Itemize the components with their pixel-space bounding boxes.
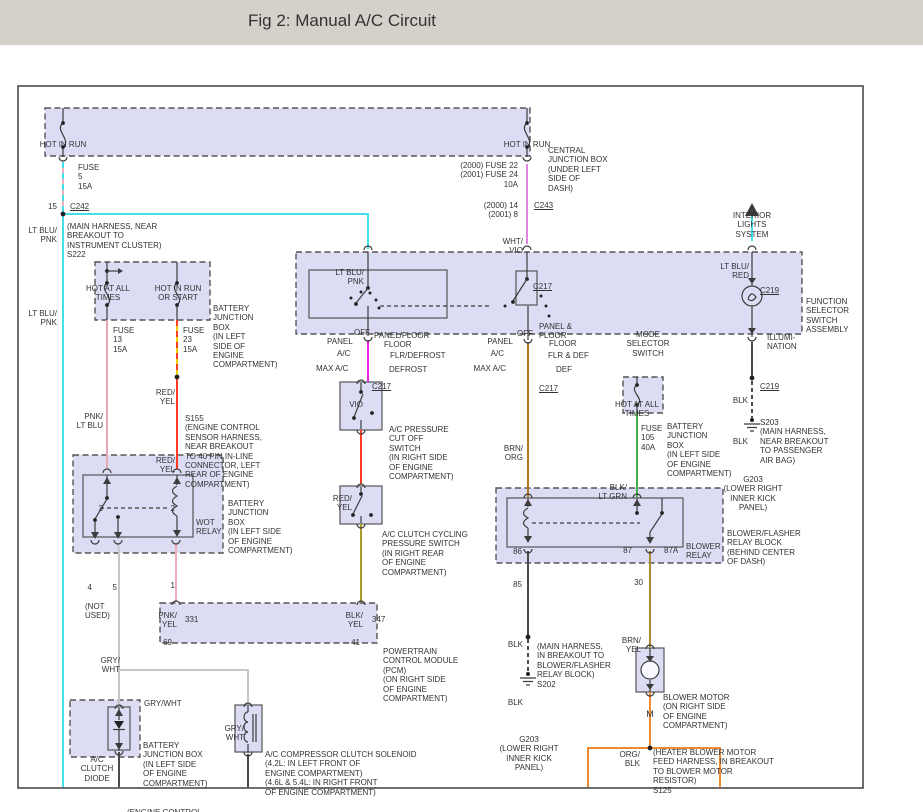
junction-boxes [45,108,802,757]
arrow-interior-lights [745,203,759,216]
blower-flasher-relay-block-box [496,488,723,563]
splice-s203 [750,376,755,381]
wire-gry-wht-branch [119,670,248,704]
wot-relay-outer-box [73,455,223,553]
wire-gry-wht-main [118,543,119,706]
central-junction-box [45,108,530,156]
screenshot-root: Fig 2: Manual A/C Circuit [0,0,923,812]
ground-g203-left-symbol [520,672,536,685]
figure-title: Fig 2: Manual A/C Circuit [248,11,436,31]
wire-lt-blu-pnk-horizontal [63,214,368,249]
wire-org-blk-tee [588,748,720,787]
function-selector-switch-assembly-box [296,252,802,334]
wiring-diagram: HOT IN RUNFUSE 5 15A15C242LT BLU/ PNK(MA… [0,45,923,812]
splice-s155 [175,375,180,380]
splice-s222 [61,212,66,217]
title-bar: Fig 2: Manual A/C Circuit [0,0,923,45]
fuse-105-box [623,377,663,413]
diagram-frame [18,86,863,788]
pcm-box [160,603,377,643]
splice-s125 [648,746,653,751]
diagram-graphics [0,45,923,812]
ground-g203-right-symbol [744,418,760,431]
splice-s202 [526,635,531,640]
